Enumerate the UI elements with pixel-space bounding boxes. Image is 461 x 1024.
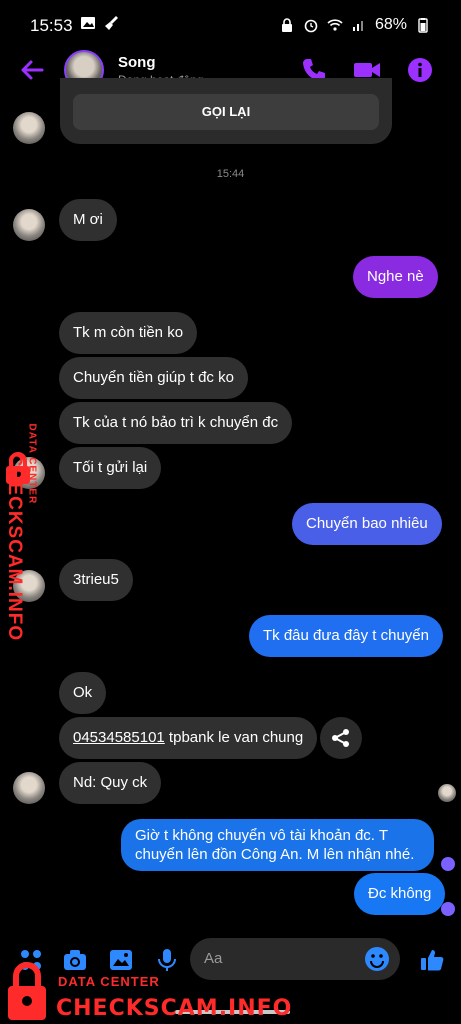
share-icon bbox=[332, 729, 349, 747]
thumbs-up-icon[interactable] bbox=[419, 947, 445, 973]
message-bubble-outgoing[interactable]: Nghe nè bbox=[353, 256, 438, 298]
lock-alarm-icon bbox=[281, 18, 292, 32]
watermark-small-text: DATA CENTER bbox=[26, 423, 38, 505]
status-time: 15:53 bbox=[30, 16, 73, 35]
message-bubble-incoming[interactable]: Nd: Quy ck bbox=[59, 762, 162, 804]
wifi-icon bbox=[327, 19, 343, 31]
message-bubble-incoming[interactable]: Tk của t nó bảo trì k chuyển đc bbox=[59, 402, 293, 444]
alarm-icon bbox=[304, 19, 318, 33]
contact-avatar-small[interactable] bbox=[13, 772, 45, 804]
emoji-icon[interactable] bbox=[364, 946, 390, 972]
message-bubble-incoming[interactable]: 3trieu5 bbox=[59, 559, 133, 601]
message-timestamp: 15:44 bbox=[216, 168, 245, 180]
message-bubble-incoming[interactable]: Tk m còn tiền ko bbox=[59, 312, 198, 354]
message-bubble-outgoing[interactable]: Chuyển bao nhiêu bbox=[292, 503, 442, 545]
watermark-vertical: DATA CENTER CHECKSCAM.INFO bbox=[0, 424, 50, 678]
bank-info-text: tpbank le van chung bbox=[164, 729, 304, 746]
delivered-check-icon bbox=[441, 857, 455, 871]
contact-avatar-small[interactable] bbox=[13, 209, 45, 241]
share-button[interactable] bbox=[320, 717, 362, 759]
back-arrow-icon[interactable] bbox=[18, 56, 46, 84]
message-bubble-incoming[interactable]: Chuyển tiền giúp t đc ko bbox=[59, 357, 248, 399]
call-back-button[interactable]: GỌI LẠI bbox=[73, 94, 379, 130]
info-icon[interactable] bbox=[406, 56, 434, 84]
watermark-bottom: DATA CENTER CHECKSCAM.INFO bbox=[0, 958, 300, 1024]
delivered-check-icon bbox=[441, 902, 455, 916]
broom-icon bbox=[105, 16, 118, 30]
message-bubble-outgoing[interactable]: Giờ t không chuyển vô tài khoản đc. T ch… bbox=[121, 819, 434, 871]
read-receipt-avatar bbox=[438, 784, 456, 802]
message-bubble-incoming[interactable]: 04534585101 tpbank le van chung bbox=[59, 717, 318, 759]
signal-icon bbox=[352, 21, 363, 31]
contact-avatar-small[interactable] bbox=[13, 112, 45, 144]
watermark-big-text: CHECKSCAM.INFO bbox=[56, 996, 293, 1021]
message-bubble-incoming[interactable]: Tối t gửi lại bbox=[59, 447, 162, 489]
message-bubble-incoming[interactable]: M ơi bbox=[59, 199, 117, 241]
watermark-small-text: DATA CENTER bbox=[58, 974, 160, 989]
watermark-big-text: CHECKSCAM.INFO bbox=[4, 453, 25, 642]
contact-name[interactable]: Song bbox=[118, 54, 156, 71]
image-icon bbox=[81, 17, 95, 29]
account-number-link[interactable]: 04534585101 bbox=[73, 729, 165, 746]
message-bubble-outgoing[interactable]: Tk đâu đưa đây t chuyển bbox=[249, 615, 443, 657]
message-bubble-outgoing[interactable]: Đc không bbox=[354, 873, 446, 915]
battery-percent: 68% bbox=[374, 16, 407, 33]
missed-call-card: GỌI LẠI bbox=[60, 78, 392, 144]
message-bubble-incoming[interactable]: Ok bbox=[59, 672, 107, 714]
padlock-icon bbox=[8, 962, 46, 1020]
battery-icon bbox=[418, 18, 428, 33]
